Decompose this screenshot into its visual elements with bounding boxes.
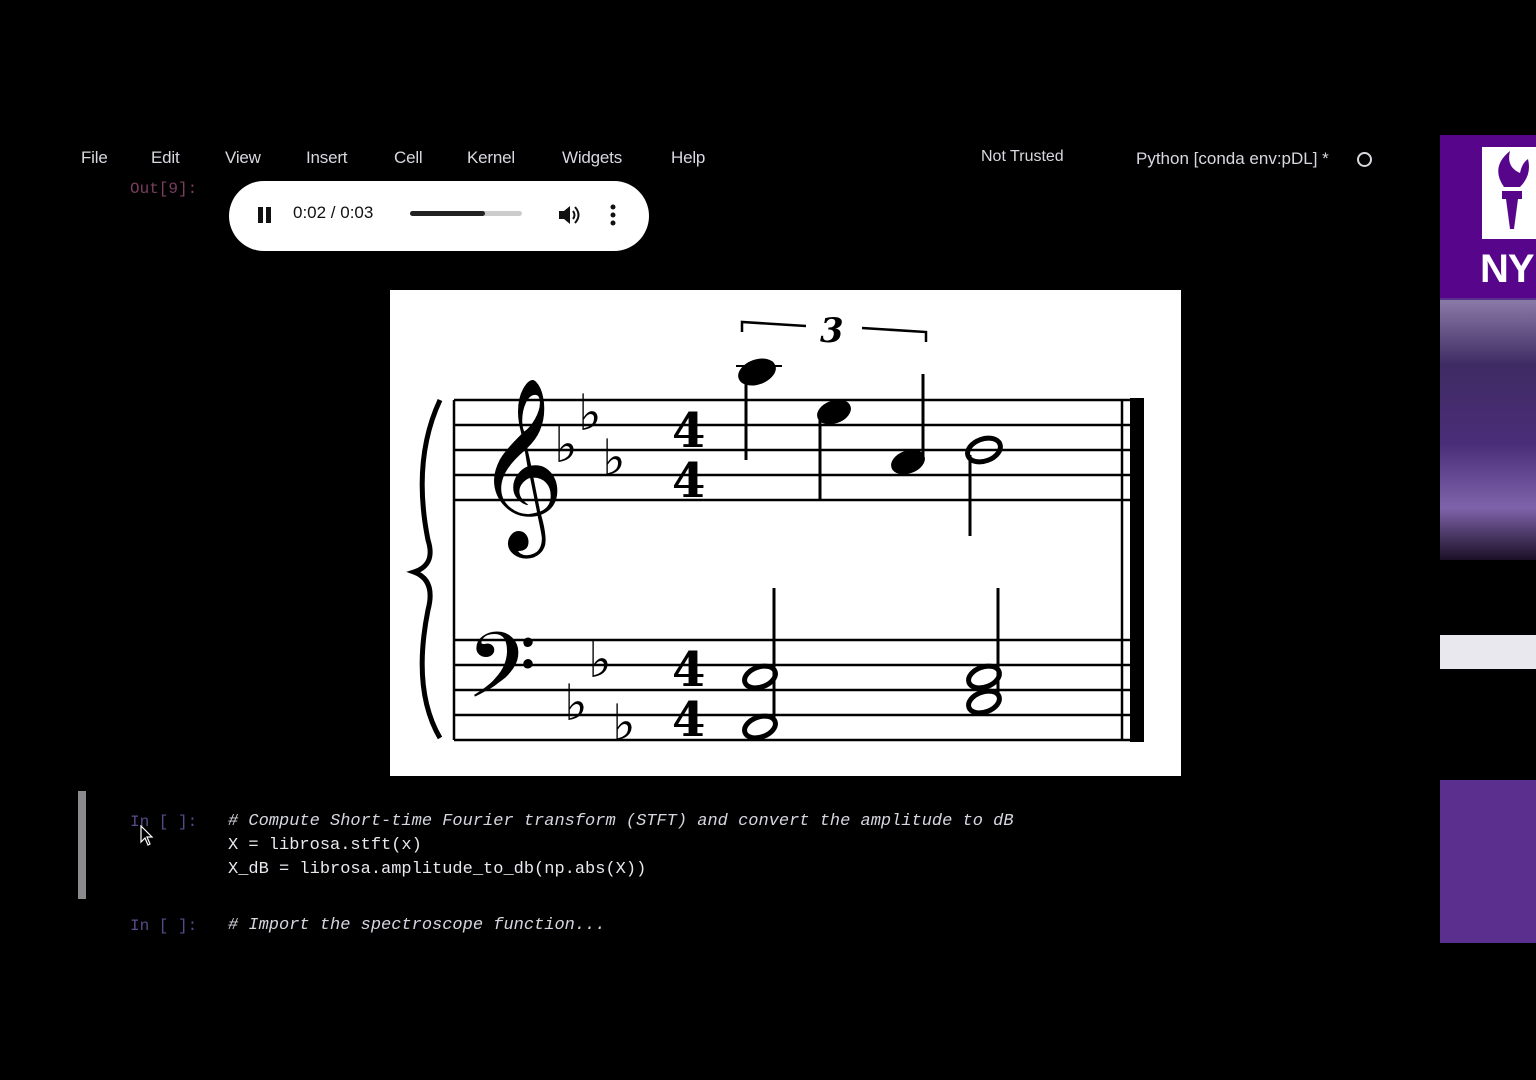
menu-edit[interactable]: Edit <box>151 148 180 168</box>
code-line[interactable]: # Compute Short-time Fourier transform (… <box>228 812 1014 831</box>
svg-text:4: 4 <box>672 403 705 459</box>
menu-help[interactable]: Help <box>671 148 705 168</box>
input-prompt: In [ ]: <box>130 917 198 935</box>
svg-text:4: 4 <box>672 642 705 698</box>
menu-file[interactable]: File <box>81 148 108 168</box>
torch-icon <box>1482 147 1536 239</box>
output-prompt: Out[9]: <box>130 180 198 198</box>
audio-progress-bar[interactable] <box>410 211 522 216</box>
nyu-logo: NY <box>1440 135 1536 298</box>
svg-text:♭: ♭ <box>578 384 602 442</box>
code-line[interactable]: X_dB = librosa.amplitude_to_db(np.abs(X)… <box>228 860 646 879</box>
kernel-name[interactable]: Python [conda env:pDL] * <box>1136 149 1329 169</box>
menu-insert[interactable]: Insert <box>306 148 348 168</box>
pause-icon[interactable] <box>256 205 274 227</box>
kernel-idle-icon <box>1357 152 1372 167</box>
menu-view[interactable]: View <box>225 148 261 168</box>
code-line[interactable]: # Import the spectroscope function... <box>228 916 605 935</box>
svg-text:♭: ♭ <box>612 694 636 752</box>
menu-cell[interactable]: Cell <box>394 148 423 168</box>
sidebar-strip <box>1440 635 1536 669</box>
more-options-icon[interactable] <box>607 202 619 228</box>
svg-text:4: 4 <box>672 692 705 748</box>
svg-text:♭: ♭ <box>554 416 578 474</box>
svg-text:♭: ♭ <box>602 429 626 487</box>
audio-player: 0:02 / 0:03 <box>229 181 649 251</box>
code-line[interactable]: X = librosa.stft(x) <box>228 836 422 855</box>
menu-kernel[interactable]: Kernel <box>467 148 515 168</box>
audio-time: 0:02 / 0:03 <box>293 203 374 222</box>
sheet-music-image: 𝄞 𝄢 ♭ ♭ ♭ ♭ ♭ ♭ 4 4 4 4 3 <box>390 290 1181 776</box>
svg-text:♭: ♭ <box>588 631 612 689</box>
nyu-side-panel: NY <box>1440 135 1536 943</box>
trust-indicator[interactable]: Not Trusted <box>981 148 1064 166</box>
svg-text:𝄢: 𝄢 <box>466 613 537 741</box>
sidebar-dark-region <box>1440 560 1536 780</box>
nyu-logo-text: NY <box>1480 247 1535 291</box>
audio-progress-fill <box>410 211 486 216</box>
volume-icon[interactable] <box>556 202 582 228</box>
sidebar-purple-panel <box>1440 780 1536 943</box>
menu-widgets[interactable]: Widgets <box>562 148 622 168</box>
mouse-cursor-icon <box>140 825 154 846</box>
svg-text:𝄞: 𝄞 <box>476 377 565 559</box>
tuplet-number: 3 <box>820 311 844 351</box>
campus-photo <box>1440 300 1536 560</box>
svg-text:♭: ♭ <box>564 674 588 732</box>
svg-text:4: 4 <box>672 453 705 509</box>
cell-selection-bar <box>78 791 86 899</box>
